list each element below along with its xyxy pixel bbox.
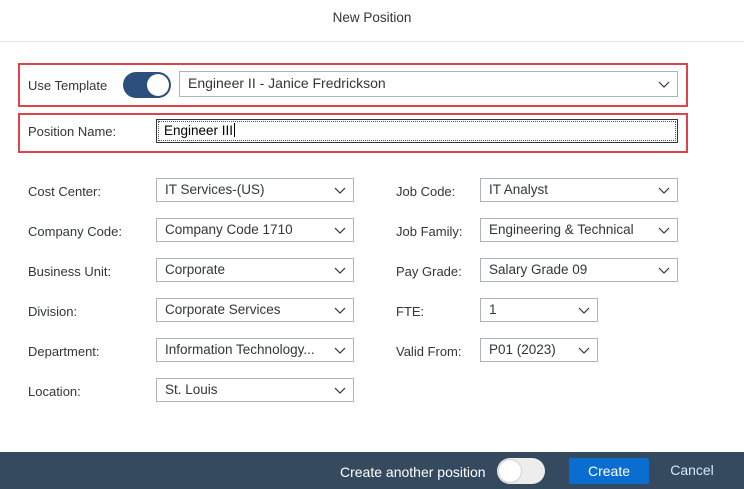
job-family-value: Engineering & Technical xyxy=(489,222,634,237)
location-value: St. Louis xyxy=(165,382,218,397)
use-template-label: Use Template xyxy=(28,78,108,93)
valid-from-select[interactable]: P01 (2023) xyxy=(480,338,598,362)
chevron-down-icon[interactable] xyxy=(657,263,671,277)
department-select[interactable]: Information Technology... xyxy=(156,338,354,362)
company-code-label: Company Code: xyxy=(28,224,122,239)
chevron-down-icon[interactable] xyxy=(333,343,347,357)
use-template-toggle[interactable] xyxy=(123,72,171,98)
location-select[interactable]: St. Louis xyxy=(156,378,354,402)
position-name-input[interactable]: Engineer III xyxy=(156,119,678,143)
business-unit-label: Business Unit: xyxy=(28,264,112,279)
chevron-down-icon[interactable] xyxy=(577,303,591,317)
job-code-value: IT Analyst xyxy=(489,182,549,197)
job-code-label: Job Code: xyxy=(396,184,456,199)
template-select[interactable]: Engineer II - Janice Fredrickson xyxy=(179,71,678,97)
pay-grade-select[interactable]: Salary Grade 09 xyxy=(480,258,678,282)
job-code-select[interactable]: IT Analyst xyxy=(480,178,678,202)
location-label: Location: xyxy=(28,384,81,399)
department-label: Department: xyxy=(28,344,100,359)
text-caret xyxy=(234,123,236,137)
chevron-down-icon[interactable] xyxy=(333,303,347,317)
chevron-down-icon[interactable] xyxy=(333,263,347,277)
division-value: Corporate Services xyxy=(165,302,281,317)
chevron-down-icon[interactable] xyxy=(657,77,671,91)
business-unit-value: Corporate xyxy=(165,262,226,277)
create-button[interactable]: Create xyxy=(569,458,649,484)
business-unit-select[interactable]: Corporate xyxy=(156,258,354,282)
fte-label: FTE: xyxy=(396,304,425,319)
valid-from-label: Valid From: xyxy=(396,344,462,359)
cost-center-label: Cost Center: xyxy=(28,184,101,199)
pay-grade-value: Salary Grade 09 xyxy=(489,262,588,277)
cost-center-select[interactable]: IT Services-(US) xyxy=(156,178,354,202)
position-name-label: Position Name: xyxy=(28,124,117,139)
cancel-button[interactable]: Cancel xyxy=(660,458,724,484)
fte-select[interactable]: 1 xyxy=(480,298,598,322)
pay-grade-label: Pay Grade: xyxy=(396,264,462,279)
company-code-value: Company Code 1710 xyxy=(165,222,293,237)
create-another-toggle[interactable] xyxy=(497,458,545,484)
chevron-down-icon[interactable] xyxy=(333,383,347,397)
template-select-value: Engineer II - Janice Fredrickson xyxy=(188,75,386,91)
job-family-label: Job Family: xyxy=(396,224,463,239)
chevron-down-icon[interactable] xyxy=(333,183,347,197)
toggle-knob xyxy=(499,460,521,482)
division-label: Division: xyxy=(28,304,78,319)
chevron-down-icon[interactable] xyxy=(333,223,347,237)
position-name-value: Engineer III xyxy=(164,123,234,138)
chevron-down-icon[interactable] xyxy=(657,183,671,197)
department-value: Information Technology... xyxy=(165,342,315,357)
division-select[interactable]: Corporate Services xyxy=(156,298,354,322)
create-another-label: Create another position xyxy=(340,464,486,480)
job-family-select[interactable]: Engineering & Technical xyxy=(480,218,678,242)
chevron-down-icon[interactable] xyxy=(657,223,671,237)
cost-center-value: IT Services-(US) xyxy=(165,182,265,197)
dialog-title: New Position xyxy=(0,0,744,42)
toggle-knob xyxy=(147,74,169,96)
company-code-select[interactable]: Company Code 1710 xyxy=(156,218,354,242)
chevron-down-icon[interactable] xyxy=(577,343,591,357)
